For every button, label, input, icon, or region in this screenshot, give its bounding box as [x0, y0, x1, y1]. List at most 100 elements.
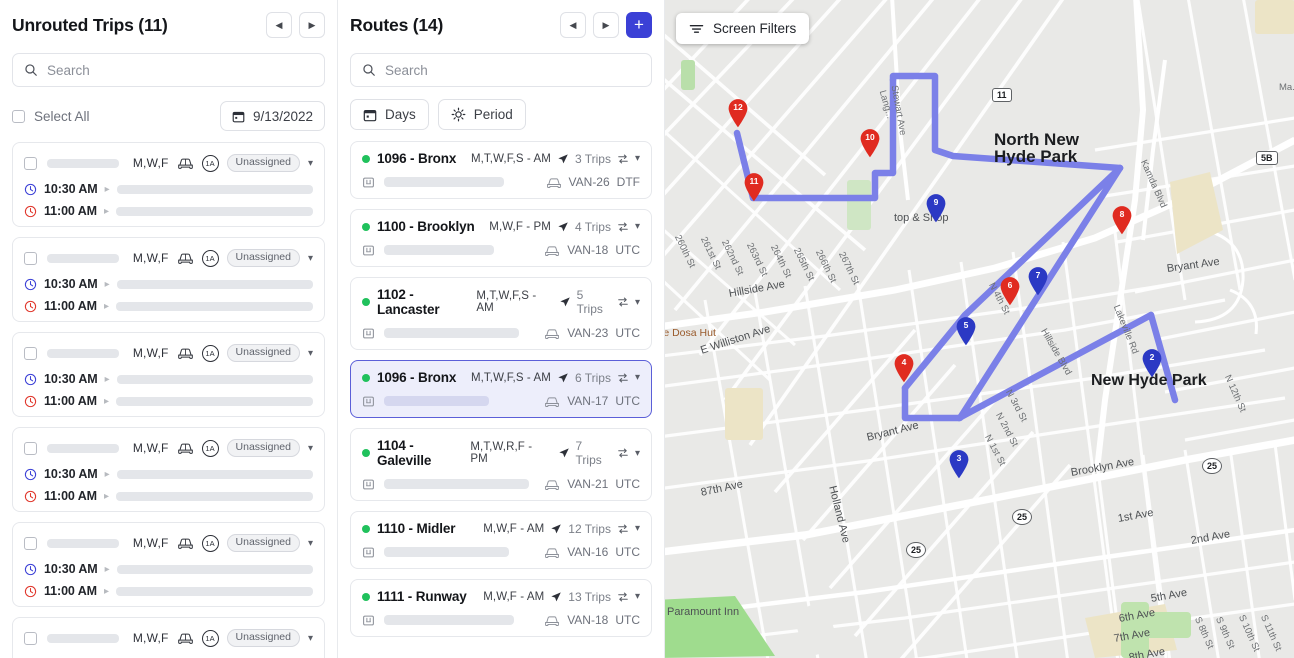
trips-prev-button[interactable]: ◀	[266, 12, 292, 38]
swap-icon[interactable]	[617, 523, 629, 535]
clock-icon	[24, 490, 37, 503]
route-card[interactable]: 1100 - Brooklyn M,W,F - PM 4 Trips ▾ VAN-18 U…	[350, 209, 652, 267]
map-stop-marker[interactable]: 12	[727, 98, 749, 133]
route-card[interactable]: 1104 - Galeville M,T,W,R,F - PM 7 Trips ▾ VA…	[350, 428, 652, 501]
trip-dropoff-row[interactable]: 11:00 AM ▸	[24, 394, 313, 408]
trip-checkbox[interactable]	[24, 346, 37, 360]
chevron-right-icon: ▸	[103, 585, 109, 597]
map-stop-marker[interactable]: 4	[893, 353, 915, 388]
trip-card[interactable]: M,W,F1AUnassigned▾10:30 AM▸11:00 AM▸	[12, 522, 325, 607]
chevron-down-icon[interactable]: ▾	[635, 591, 640, 602]
route-card[interactable]: 1110 - Midler M,W,F - AM 12 Trips ▾ VAN-16 UT…	[350, 511, 652, 569]
map-stop-marker[interactable]: 9	[925, 193, 947, 228]
trip-card-header: M,W,F 1A Unassigned ▾	[24, 152, 313, 174]
trip-card[interactable]: M,W,F1AUnassigned▾10:30 AM▸11:00 AM▸	[12, 427, 325, 512]
trip-card[interactable]: M,W,F1AUnassigned▾10:30 AM▸11:00 AM▸	[12, 332, 325, 417]
chevron-down-icon[interactable]: ▾	[308, 158, 313, 169]
trip-status-badge: Unassigned	[226, 439, 300, 457]
chevron-down-icon[interactable]: ▾	[635, 523, 640, 534]
add-route-button[interactable]: +	[626, 12, 652, 38]
map-canvas[interactable]: Screen Filters North New Hyde Park New Hyd…	[665, 0, 1294, 658]
route-card[interactable]: 1111 - Runway M,W,F - AM 13 Trips ▾ VAN-18 UT…	[350, 579, 652, 637]
trip-pickup-row[interactable]: 10:30 AM ▸	[24, 277, 313, 291]
trip-dropoff-row[interactable]: 11:00 AM ▸	[24, 489, 313, 503]
chevron-down-icon[interactable]: ▾	[308, 348, 313, 359]
map-stop-marker[interactable]: 10	[859, 128, 881, 163]
trip-pickup-row[interactable]: 10:30 AM ▸	[24, 372, 313, 386]
routes-next-button[interactable]: ▶	[593, 12, 619, 38]
select-all-control[interactable]: Select All	[12, 109, 90, 124]
swap-icon[interactable]	[617, 447, 629, 459]
map-stop-number: 4	[901, 357, 907, 367]
swap-icon[interactable]	[617, 153, 629, 165]
trips-next-button[interactable]: ▶	[299, 12, 325, 38]
route-driver-redacted	[384, 177, 504, 187]
trip-dropoff-row[interactable]: 11:00 AM ▸	[24, 299, 313, 313]
trip-dropoff-row[interactable]: 11:00 AM ▸	[24, 204, 313, 218]
trip-pickup-address-redacted	[116, 564, 313, 574]
swap-icon[interactable]	[617, 221, 629, 233]
chevron-down-icon[interactable]: ▾	[308, 538, 313, 549]
trip-status-badge: Unassigned	[226, 154, 300, 172]
map-stop-marker[interactable]: 5	[955, 316, 977, 351]
chevron-right-icon: ▸	[104, 183, 110, 195]
chevron-down-icon[interactable]: ▾	[308, 443, 313, 454]
chevron-down-icon[interactable]: ▾	[635, 297, 640, 308]
date-picker-button[interactable]: 9/13/2022	[219, 101, 325, 131]
trip-card[interactable]: M,W,F1AUnassigned▾10:30 AM▸11:00 AM▸	[12, 617, 325, 658]
days-filter-button[interactable]: Days	[350, 99, 429, 130]
trip-card[interactable]: M,W,F1AUnassigned▾10:30 AM▸11:00 AM▸	[12, 237, 325, 322]
trip-card[interactable]: M,W,F1AUnassigned▾10:30 AM▸11:00 AM▸	[12, 142, 325, 227]
route-card-footer: VAN-26 DTF	[362, 175, 640, 189]
filter-icon	[689, 22, 704, 35]
map-stop-marker[interactable]: 7	[1027, 266, 1049, 301]
route-status-dot	[362, 524, 370, 533]
trips-search-input[interactable]: Search	[12, 53, 325, 87]
trip-checkbox[interactable]	[24, 536, 37, 550]
trip-dropoff-row[interactable]: 11:00 AM ▸	[24, 584, 313, 598]
routes-prev-button[interactable]: ◀	[560, 12, 586, 38]
map-stop-marker[interactable]: 8	[1111, 205, 1133, 240]
trip-checkbox[interactable]	[24, 156, 37, 170]
select-all-checkbox[interactable]	[12, 109, 25, 123]
van-icon	[177, 156, 194, 170]
seat-icon	[362, 546, 375, 559]
trips-list[interactable]: M,W,F 1A Unassigned ▾ 10:30 AM ▸ 11:00 AM ▸ M,W,…	[0, 142, 337, 658]
van-icon	[177, 251, 194, 265]
trip-pickup-row[interactable]: 10:30 AM ▸	[24, 467, 313, 481]
chevron-down-icon[interactable]: ▾	[308, 253, 313, 264]
routes-list[interactable]: 1096 - Bronx M,T,W,F,S - AM 3 Trips ▾ VAN-26…	[338, 141, 664, 658]
route-name: 1100 - Brooklyn	[377, 219, 475, 234]
chevron-down-icon[interactable]: ▾	[635, 153, 640, 164]
trip-status-badge: Unassigned	[226, 344, 300, 362]
route-card[interactable]: 1102 - Lancaster M,T,W,F,S - AM 5 Trips ▾ VA…	[350, 277, 652, 350]
trip-checkbox[interactable]	[24, 251, 37, 265]
map-stop-marker[interactable]: 6	[999, 276, 1021, 311]
map-stop-marker[interactable]: 3	[948, 449, 970, 484]
van-icon	[177, 346, 194, 360]
trip-checkbox[interactable]	[24, 441, 37, 455]
map-stop-marker[interactable]: 11	[743, 172, 765, 207]
seat-icon	[362, 478, 375, 491]
route-card-selected[interactable]: 1096 - Bronx M,T,W,F,S - AM 6 Trips ▾ VAN-17…	[350, 360, 652, 418]
screen-filters-button[interactable]: Screen Filters	[676, 13, 810, 44]
chevron-down-icon[interactable]: ▾	[635, 372, 640, 383]
routes-search-input[interactable]: Search	[350, 53, 652, 87]
trip-pickup-row[interactable]: 10:30 AM ▸	[24, 182, 313, 196]
trip-pickup-row[interactable]: 10:30 AM ▸	[24, 562, 313, 576]
map-stop-marker[interactable]: 2	[1141, 348, 1163, 383]
trip-days: M,W,F	[132, 441, 169, 455]
route-days: M,T,W,R,F - PM	[470, 441, 533, 465]
seat-icon	[362, 244, 375, 257]
swap-icon[interactable]	[617, 372, 629, 384]
chevron-down-icon[interactable]: ▾	[635, 448, 640, 459]
trip-checkbox[interactable]	[24, 631, 37, 645]
chevron-down-icon[interactable]: ▾	[635, 221, 640, 232]
chevron-down-icon[interactable]: ▾	[308, 633, 313, 644]
clock-icon	[24, 468, 37, 481]
swap-icon[interactable]	[617, 591, 629, 603]
period-filter-button[interactable]: Period	[437, 99, 526, 130]
swap-icon[interactable]	[617, 296, 629, 308]
trip-dropoff-address-redacted	[115, 586, 313, 596]
route-card[interactable]: 1096 - Bronx M,T,W,F,S - AM 3 Trips ▾ VAN-26…	[350, 141, 652, 199]
